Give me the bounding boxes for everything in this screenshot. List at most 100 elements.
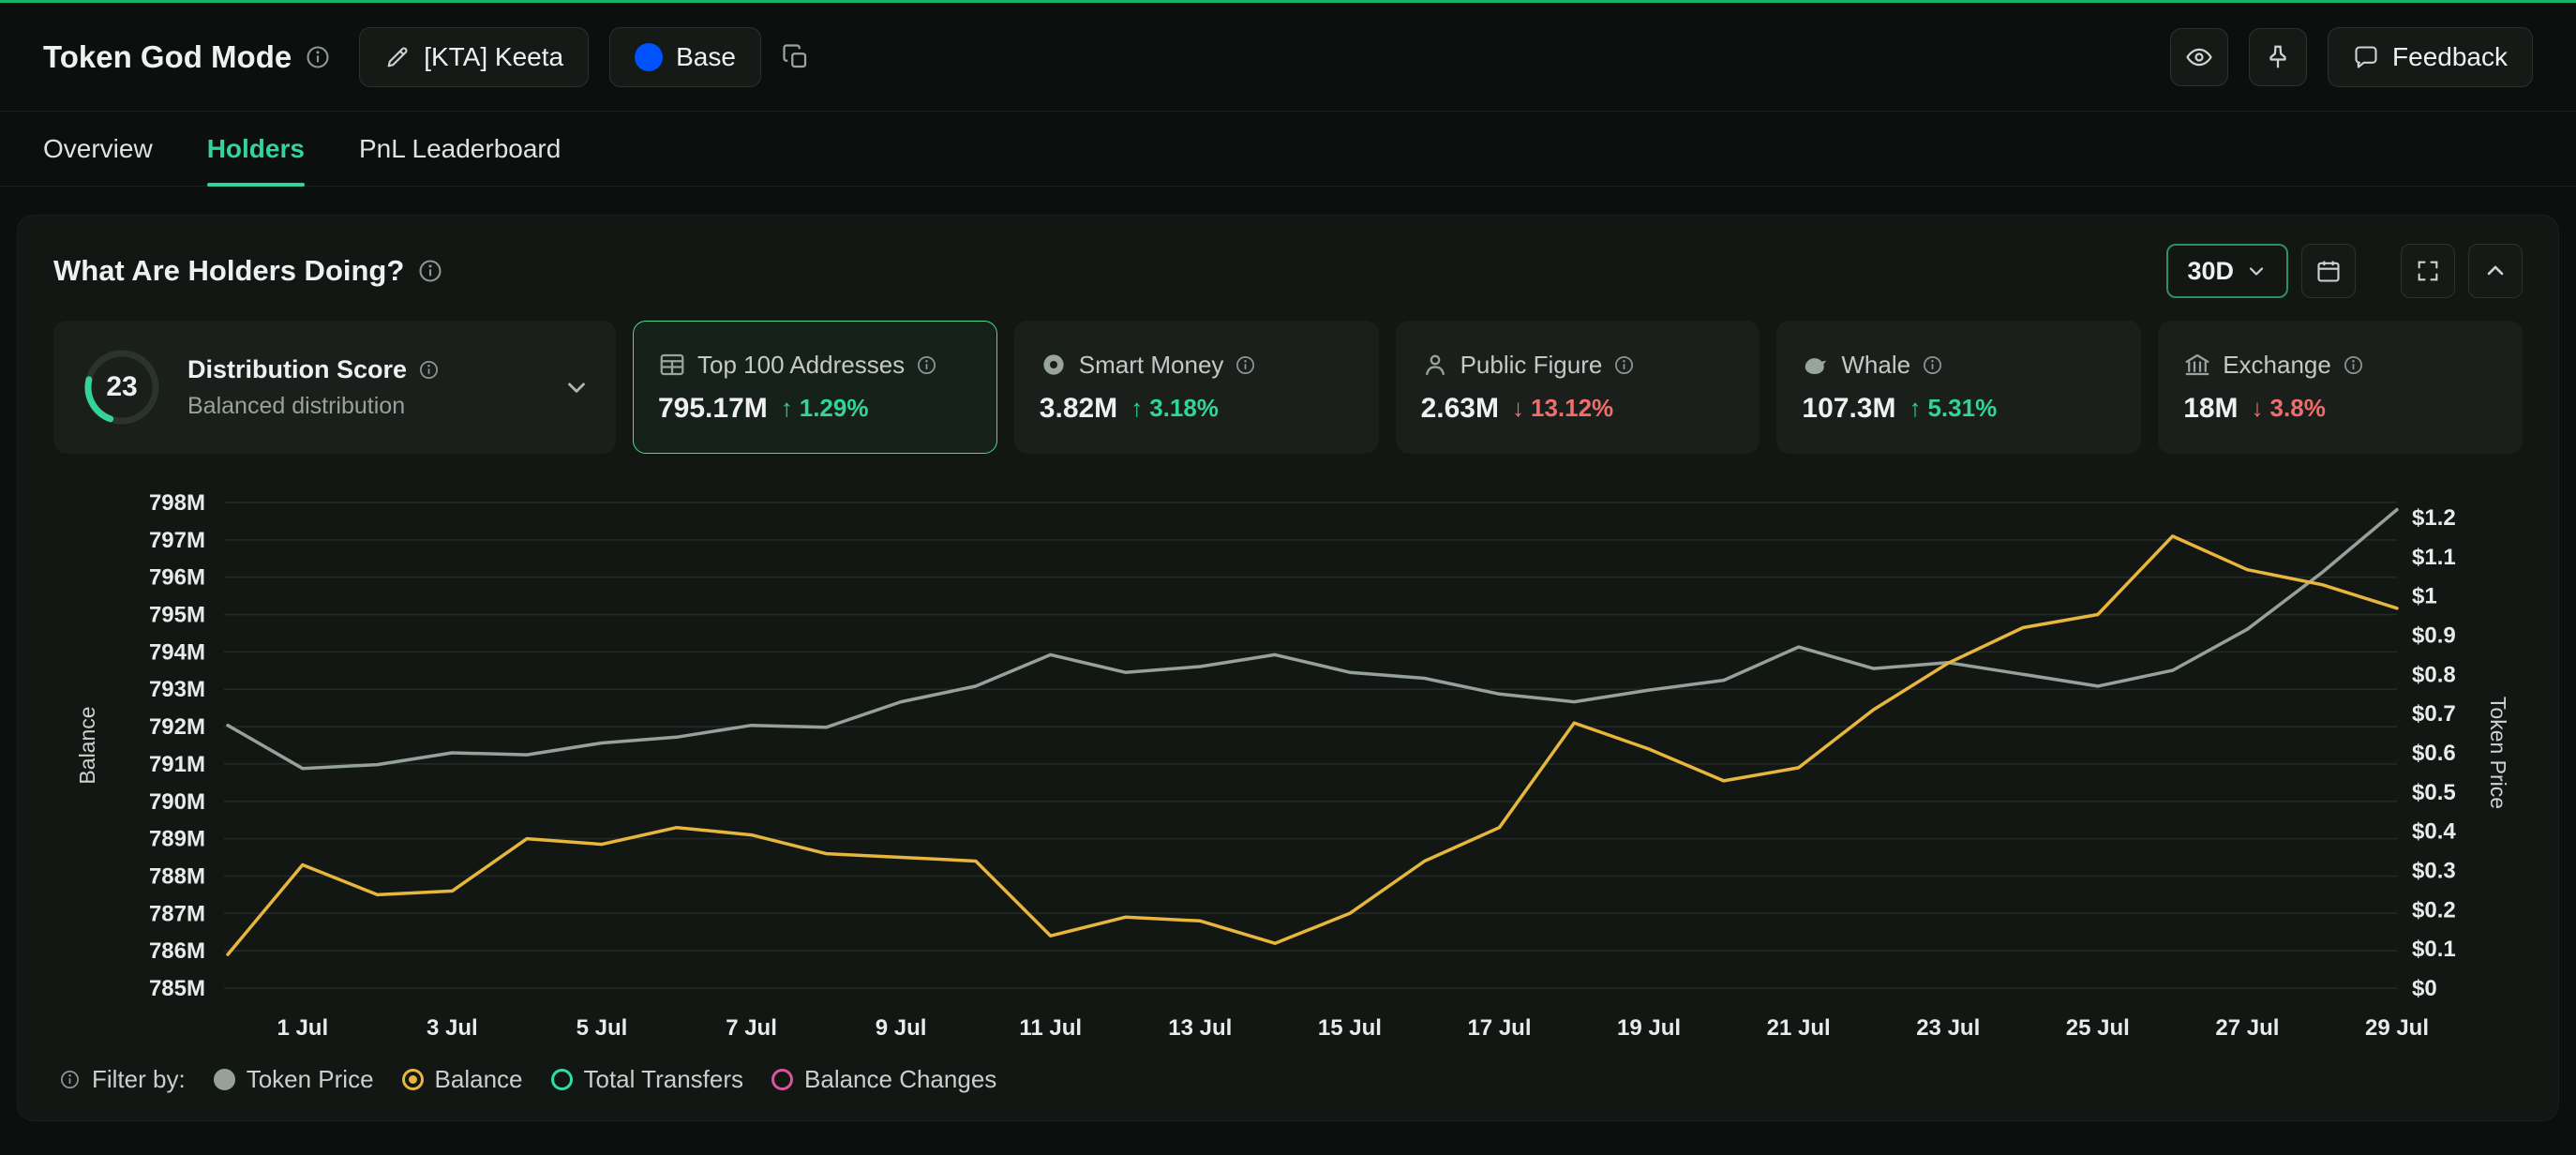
holders-chart[interactable]: 798M797M796M795M794M793M792M791M790M789M… <box>53 476 2523 1058</box>
svg-text:$1.1: $1.1 <box>2412 545 2456 570</box>
filter-total-transfers[interactable]: Total Transfers <box>551 1065 744 1094</box>
svg-text:785M: 785M <box>149 976 205 1001</box>
feedback-label: Feedback <box>2392 42 2508 72</box>
feedback-button[interactable]: Feedback <box>2328 27 2533 87</box>
svg-text:7 Jul: 7 Jul <box>726 1015 777 1041</box>
top-100-addresses-icon <box>658 351 686 379</box>
holders-panel: What Are Holders Doing? 30D <box>17 215 2559 1121</box>
calendar-button[interactable] <box>2301 244 2356 298</box>
info-icon[interactable] <box>1235 354 1256 376</box>
svg-text:795M: 795M <box>149 603 205 628</box>
stat-change: ↑5.31% <box>1909 394 1997 423</box>
smart-money-icon <box>1040 351 1068 379</box>
svg-text:25 Jul: 25 Jul <box>2066 1015 2130 1041</box>
holder-stats-row: 23 Distribution Score Balanced distribut… <box>53 321 2523 454</box>
whale-icon <box>1802 351 1830 379</box>
tab-overview[interactable]: Overview <box>43 112 153 186</box>
svg-text:$0.7: $0.7 <box>2412 701 2456 727</box>
stat-label: Top 100 Addresses <box>697 351 905 380</box>
change-arrow-icon: ↓ <box>1512 394 1524 423</box>
panel-title: What Are Holders Doing? <box>53 254 404 288</box>
distribution-score-card[interactable]: 23 Distribution Score Balanced distribut… <box>53 321 616 454</box>
svg-text:13 Jul: 13 Jul <box>1168 1015 1232 1041</box>
svg-text:$0: $0 <box>2412 976 2437 1001</box>
calendar-icon <box>2315 258 2342 284</box>
svg-text:21 Jul: 21 Jul <box>1767 1015 1831 1041</box>
svg-text:27 Jul: 27 Jul <box>2215 1015 2279 1041</box>
token-select-button[interactable]: [KTA] Keeta <box>359 27 589 87</box>
stat-value: 795.17M <box>658 393 768 425</box>
svg-text:$1: $1 <box>2412 584 2437 609</box>
fullscreen-icon <box>2415 258 2441 284</box>
distribution-score-sublabel: Balanced distribution <box>187 393 440 420</box>
info-icon[interactable] <box>1613 354 1635 376</box>
filter-label: Total Transfers <box>584 1065 744 1094</box>
balance-changes-marker-icon <box>771 1069 793 1090</box>
base-chain-icon <box>635 43 663 71</box>
line-chart-canvas[interactable]: 798M797M796M795M794M793M792M791M790M789M… <box>53 476 2524 1058</box>
chain-select-label: Base <box>676 42 736 72</box>
svg-text:791M: 791M <box>149 752 205 777</box>
info-icon[interactable] <box>418 359 440 381</box>
chart-filter-legend: Filter by: Token Price Balance Total Tra… <box>53 1058 2523 1098</box>
svg-text:794M: 794M <box>149 639 205 665</box>
svg-text:Balance: Balance <box>75 706 99 784</box>
chevron-down-icon[interactable] <box>562 373 591 401</box>
info-icon[interactable] <box>2343 354 2364 376</box>
info-icon[interactable] <box>417 258 443 284</box>
svg-text:$0.8: $0.8 <box>2412 662 2456 687</box>
stat-value: 3.82M <box>1040 393 1117 425</box>
svg-text:789M: 789M <box>149 827 205 852</box>
info-icon[interactable] <box>305 44 331 70</box>
svg-text:23 Jul: 23 Jul <box>1916 1015 1980 1041</box>
panel-header: What Are Holders Doing? 30D <box>53 244 2523 298</box>
stat-card-whale[interactable]: Whale 107.3M ↑5.31% <box>1776 321 2141 454</box>
watch-button[interactable] <box>2170 28 2228 86</box>
filter-by-label: Filter by: <box>92 1065 186 1094</box>
svg-text:$0.3: $0.3 <box>2412 859 2456 884</box>
filter-balance-changes[interactable]: Balance Changes <box>771 1065 996 1094</box>
svg-text:$0.9: $0.9 <box>2412 623 2456 649</box>
stat-label: Public Figure <box>1460 351 1603 380</box>
stat-label: Whale <box>1841 351 1910 380</box>
stat-label: Smart Money <box>1079 351 1224 380</box>
svg-text:$0.5: $0.5 <box>2412 780 2456 805</box>
filter-balance[interactable]: Balance <box>402 1065 523 1094</box>
svg-text:796M: 796M <box>149 565 205 591</box>
pin-button[interactable] <box>2249 28 2307 86</box>
svg-text:788M: 788M <box>149 863 205 889</box>
chevron-up-icon <box>2482 258 2509 284</box>
filter-label: Token Price <box>247 1065 374 1094</box>
header: Token God Mode [KTA] Keeta Base Feedback <box>0 3 2576 112</box>
stat-value: 18M <box>2183 393 2238 425</box>
svg-text:787M: 787M <box>149 901 205 926</box>
fullscreen-button[interactable] <box>2401 244 2455 298</box>
range-selector-value: 30D <box>2187 257 2234 286</box>
tab-holders[interactable]: Holders <box>207 112 305 186</box>
chain-select-button[interactable]: Base <box>609 27 761 87</box>
stat-change: ↓3.8% <box>2252 394 2326 423</box>
collapse-button[interactable] <box>2468 244 2523 298</box>
change-arrow-icon: ↓ <box>2252 394 2264 423</box>
copy-address-button[interactable] <box>782 43 810 71</box>
page-title-group: Token God Mode <box>43 39 331 75</box>
stat-card-smart-money[interactable]: Smart Money 3.82M ↑3.18% <box>1014 321 1379 454</box>
svg-text:11 Jul: 11 Jul <box>1019 1015 1082 1041</box>
svg-text:$0.2: $0.2 <box>2412 897 2456 922</box>
distribution-score-label: Distribution Score <box>187 355 407 384</box>
public-figure-icon <box>1421 351 1449 379</box>
stat-change: ↑3.18% <box>1131 394 1219 423</box>
tab-pnl-leaderboard[interactable]: PnL Leaderboard <box>359 112 561 186</box>
filter-token-price[interactable]: Token Price <box>214 1065 374 1094</box>
svg-text:798M: 798M <box>149 490 205 516</box>
stat-card-exchange[interactable]: Exchange 18M ↓3.8% <box>2158 321 2523 454</box>
stat-card-top-100-addresses[interactable]: Top 100 Addresses 795.17M ↑1.29% <box>633 321 997 454</box>
distribution-score-value: 23 <box>79 344 165 430</box>
range-selector[interactable]: 30D <box>2166 244 2288 298</box>
info-icon[interactable] <box>916 354 937 376</box>
stat-value: 107.3M <box>1802 393 1895 425</box>
stat-card-public-figure[interactable]: Public Figure 2.63M ↓13.12% <box>1396 321 1760 454</box>
info-icon[interactable] <box>1922 354 1943 376</box>
svg-text:3 Jul: 3 Jul <box>427 1015 478 1041</box>
info-icon[interactable] <box>59 1069 81 1090</box>
